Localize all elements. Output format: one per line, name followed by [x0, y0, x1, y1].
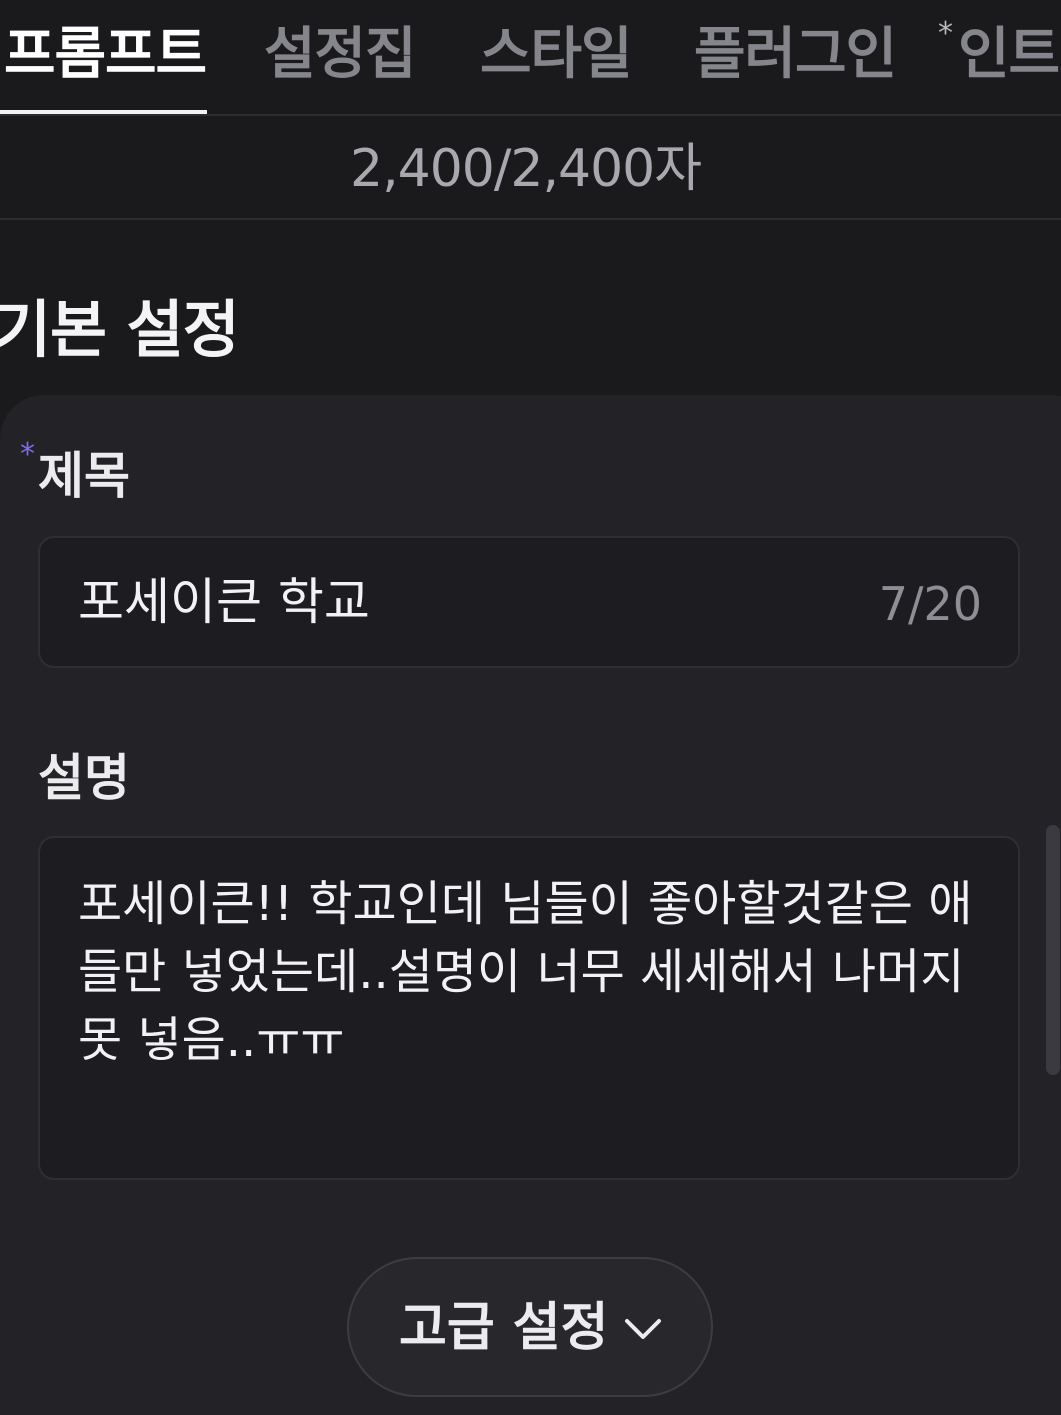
character-counter-row: 2,400/2,400자: [0, 116, 1061, 220]
tab-intro[interactable]: 인트로: [958, 20, 1061, 90]
required-mark: *: [20, 437, 35, 472]
advanced-settings-label: 고급 설정: [399, 1298, 609, 1358]
description-label: 설명: [38, 749, 130, 807]
scrollbar[interactable]: [1046, 825, 1060, 1075]
title-input-value[interactable]: 포세이큰 학교: [78, 572, 370, 632]
character-counter: 2,400/2,400자: [350, 139, 702, 199]
tab-bar: 프롬프트 설정집 스타일 플러그인 * 인트로: [0, 0, 1061, 116]
description-textarea-value[interactable]: 포세이큰!! 학교인데 님들이 좋아할것같은 애들만 넣었는데..설명이 너무 …: [78, 870, 998, 1074]
tab-settings-book[interactable]: 설정집: [264, 20, 417, 90]
section-title: 기본 설정: [0, 293, 240, 366]
editor-page: 프롬프트 설정집 스타일 플러그인 * 인트로 2,400/2,400자 기본 …: [0, 0, 1061, 1415]
tab-prompt[interactable]: 프롬프트: [4, 20, 207, 90]
active-tab-indicator: [0, 110, 207, 114]
title-input[interactable]: 포세이큰 학교 7/20: [38, 536, 1020, 668]
description-textarea[interactable]: 포세이큰!! 학교인데 님들이 좋아할것같은 애들만 넣었는데..설명이 너무 …: [38, 836, 1020, 1180]
tab-style[interactable]: 스타일: [480, 20, 633, 90]
title-label: 제목: [38, 447, 130, 505]
title-char-count: 7/20: [878, 577, 982, 631]
tab-intro-required-mark: *: [938, 16, 953, 51]
chevron-down-icon: [625, 1319, 661, 1339]
advanced-settings-button[interactable]: 고급 설정: [347, 1257, 713, 1397]
tab-plugin[interactable]: 플러그인: [694, 20, 897, 90]
